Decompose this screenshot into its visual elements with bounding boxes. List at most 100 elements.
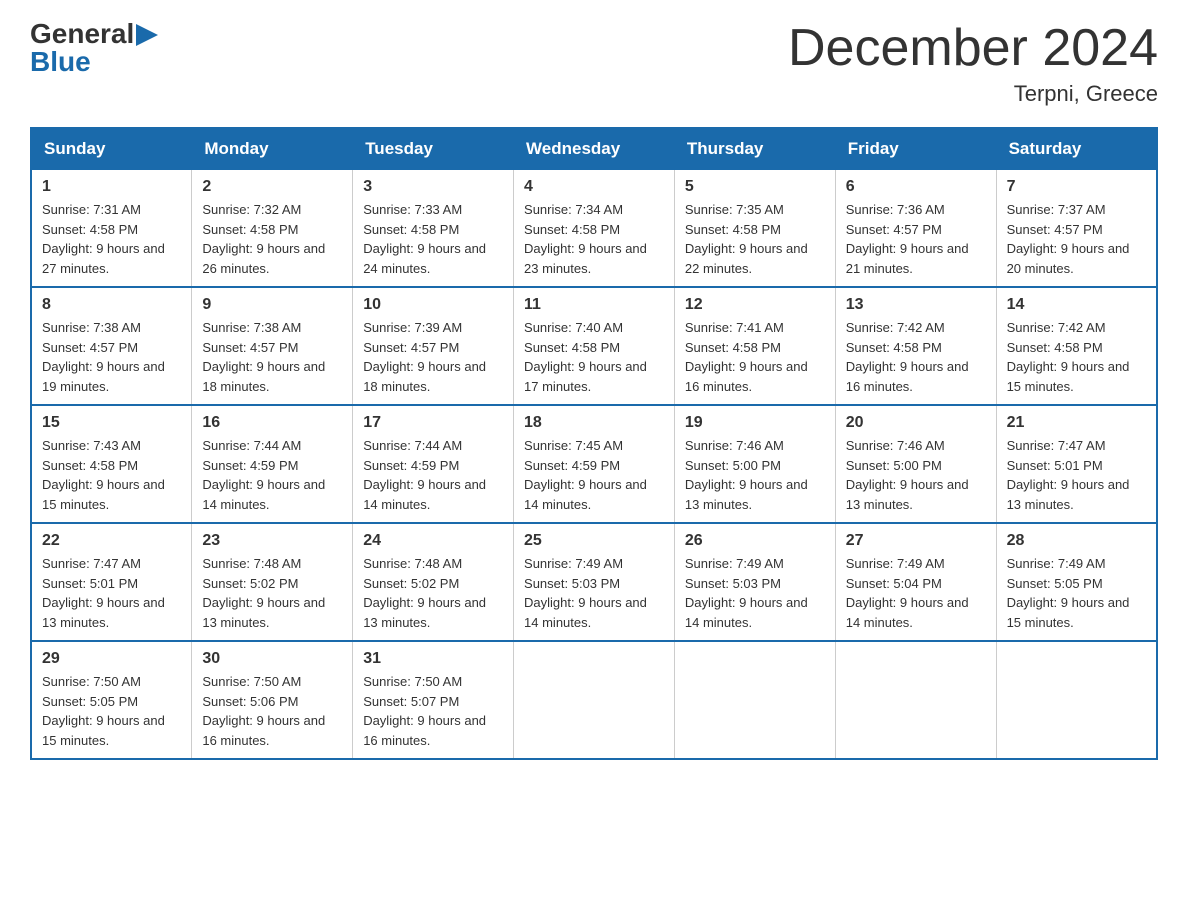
calendar-day-cell: 9 Sunrise: 7:38 AM Sunset: 4:57 PM Dayli… bbox=[192, 287, 353, 405]
day-info: Sunrise: 7:48 AM Sunset: 5:02 PM Dayligh… bbox=[202, 554, 342, 632]
day-info: Sunrise: 7:46 AM Sunset: 5:00 PM Dayligh… bbox=[846, 436, 986, 514]
page-header: General Blue December 2024 Terpni, Greec… bbox=[30, 20, 1158, 107]
calendar-week-row: 15 Sunrise: 7:43 AM Sunset: 4:58 PM Dayl… bbox=[31, 405, 1157, 523]
day-info: Sunrise: 7:42 AM Sunset: 4:58 PM Dayligh… bbox=[846, 318, 986, 396]
calendar-header: Sunday Monday Tuesday Wednesday Thursday… bbox=[31, 128, 1157, 170]
sunrise-label: Sunrise: 7:41 AM bbox=[685, 320, 784, 335]
daylight-label: Daylight: 9 hours and 18 minutes. bbox=[363, 359, 486, 394]
daylight-label: Daylight: 9 hours and 16 minutes. bbox=[685, 359, 808, 394]
day-number: 31 bbox=[363, 650, 503, 668]
day-info: Sunrise: 7:50 AM Sunset: 5:06 PM Dayligh… bbox=[202, 672, 342, 750]
daylight-label: Daylight: 9 hours and 13 minutes. bbox=[685, 477, 808, 512]
day-number: 14 bbox=[1007, 296, 1146, 314]
day-info: Sunrise: 7:36 AM Sunset: 4:57 PM Dayligh… bbox=[846, 200, 986, 278]
sunset-label: Sunset: 5:05 PM bbox=[1007, 576, 1103, 591]
calendar-day-cell: 7 Sunrise: 7:37 AM Sunset: 4:57 PM Dayli… bbox=[996, 170, 1157, 288]
day-number: 4 bbox=[524, 178, 664, 196]
calendar-week-row: 22 Sunrise: 7:47 AM Sunset: 5:01 PM Dayl… bbox=[31, 523, 1157, 641]
sunrise-label: Sunrise: 7:49 AM bbox=[1007, 556, 1106, 571]
daylight-label: Daylight: 9 hours and 13 minutes. bbox=[1007, 477, 1130, 512]
day-number: 10 bbox=[363, 296, 503, 314]
sunset-label: Sunset: 4:58 PM bbox=[685, 222, 781, 237]
sunset-label: Sunset: 5:02 PM bbox=[202, 576, 298, 591]
sunset-label: Sunset: 4:58 PM bbox=[202, 222, 298, 237]
logo-arrow-icon bbox=[136, 24, 158, 46]
sunset-label: Sunset: 4:57 PM bbox=[363, 340, 459, 355]
sunrise-label: Sunrise: 7:49 AM bbox=[524, 556, 623, 571]
day-number: 28 bbox=[1007, 532, 1146, 550]
daylight-label: Daylight: 9 hours and 21 minutes. bbox=[846, 241, 969, 276]
day-info: Sunrise: 7:44 AM Sunset: 4:59 PM Dayligh… bbox=[202, 436, 342, 514]
calendar-day-cell: 1 Sunrise: 7:31 AM Sunset: 4:58 PM Dayli… bbox=[31, 170, 192, 288]
sunset-label: Sunset: 5:03 PM bbox=[524, 576, 620, 591]
daylight-label: Daylight: 9 hours and 14 minutes. bbox=[524, 595, 647, 630]
sunset-label: Sunset: 5:03 PM bbox=[685, 576, 781, 591]
location: Terpni, Greece bbox=[788, 81, 1158, 107]
calendar-day-cell: 27 Sunrise: 7:49 AM Sunset: 5:04 PM Dayl… bbox=[835, 523, 996, 641]
sunset-label: Sunset: 5:05 PM bbox=[42, 694, 138, 709]
calendar-day-cell bbox=[674, 641, 835, 759]
sunrise-label: Sunrise: 7:46 AM bbox=[846, 438, 945, 453]
day-number: 21 bbox=[1007, 414, 1146, 432]
day-info: Sunrise: 7:38 AM Sunset: 4:57 PM Dayligh… bbox=[202, 318, 342, 396]
sunset-label: Sunset: 4:58 PM bbox=[524, 340, 620, 355]
header-friday: Friday bbox=[835, 128, 996, 170]
day-number: 5 bbox=[685, 178, 825, 196]
daylight-label: Daylight: 9 hours and 16 minutes. bbox=[363, 713, 486, 748]
day-number: 3 bbox=[363, 178, 503, 196]
daylight-label: Daylight: 9 hours and 27 minutes. bbox=[42, 241, 165, 276]
sunset-label: Sunset: 4:58 PM bbox=[685, 340, 781, 355]
sunrise-label: Sunrise: 7:48 AM bbox=[363, 556, 462, 571]
day-info: Sunrise: 7:35 AM Sunset: 4:58 PM Dayligh… bbox=[685, 200, 825, 278]
calendar-day-cell: 19 Sunrise: 7:46 AM Sunset: 5:00 PM Dayl… bbox=[674, 405, 835, 523]
sunset-label: Sunset: 4:57 PM bbox=[1007, 222, 1103, 237]
day-info: Sunrise: 7:38 AM Sunset: 4:57 PM Dayligh… bbox=[42, 318, 181, 396]
day-number: 29 bbox=[42, 650, 181, 668]
sunrise-label: Sunrise: 7:42 AM bbox=[846, 320, 945, 335]
calendar-day-cell bbox=[835, 641, 996, 759]
calendar-day-cell: 5 Sunrise: 7:35 AM Sunset: 4:58 PM Dayli… bbox=[674, 170, 835, 288]
day-number: 8 bbox=[42, 296, 181, 314]
header-monday: Monday bbox=[192, 128, 353, 170]
sunset-label: Sunset: 5:04 PM bbox=[846, 576, 942, 591]
sunset-label: Sunset: 5:01 PM bbox=[1007, 458, 1103, 473]
daylight-label: Daylight: 9 hours and 26 minutes. bbox=[202, 241, 325, 276]
day-info: Sunrise: 7:40 AM Sunset: 4:58 PM Dayligh… bbox=[524, 318, 664, 396]
calendar-body: 1 Sunrise: 7:31 AM Sunset: 4:58 PM Dayli… bbox=[31, 170, 1157, 760]
header-tuesday: Tuesday bbox=[353, 128, 514, 170]
sunset-label: Sunset: 4:59 PM bbox=[363, 458, 459, 473]
calendar-day-cell: 28 Sunrise: 7:49 AM Sunset: 5:05 PM Dayl… bbox=[996, 523, 1157, 641]
daylight-label: Daylight: 9 hours and 20 minutes. bbox=[1007, 241, 1130, 276]
day-info: Sunrise: 7:41 AM Sunset: 4:58 PM Dayligh… bbox=[685, 318, 825, 396]
day-number: 25 bbox=[524, 532, 664, 550]
sunset-label: Sunset: 4:57 PM bbox=[42, 340, 138, 355]
sunset-label: Sunset: 5:01 PM bbox=[42, 576, 138, 591]
calendar-table: Sunday Monday Tuesday Wednesday Thursday… bbox=[30, 127, 1158, 760]
calendar-day-cell: 2 Sunrise: 7:32 AM Sunset: 4:58 PM Dayli… bbox=[192, 170, 353, 288]
calendar-day-cell: 3 Sunrise: 7:33 AM Sunset: 4:58 PM Dayli… bbox=[353, 170, 514, 288]
calendar-day-cell: 30 Sunrise: 7:50 AM Sunset: 5:06 PM Dayl… bbox=[192, 641, 353, 759]
sunrise-label: Sunrise: 7:38 AM bbox=[202, 320, 301, 335]
logo-blue-text: Blue bbox=[30, 48, 91, 76]
day-number: 27 bbox=[846, 532, 986, 550]
daylight-label: Daylight: 9 hours and 18 minutes. bbox=[202, 359, 325, 394]
calendar-day-cell: 14 Sunrise: 7:42 AM Sunset: 4:58 PM Dayl… bbox=[996, 287, 1157, 405]
day-number: 7 bbox=[1007, 178, 1146, 196]
daylight-label: Daylight: 9 hours and 14 minutes. bbox=[202, 477, 325, 512]
header-wednesday: Wednesday bbox=[514, 128, 675, 170]
calendar-day-cell: 15 Sunrise: 7:43 AM Sunset: 4:58 PM Dayl… bbox=[31, 405, 192, 523]
daylight-label: Daylight: 9 hours and 16 minutes. bbox=[202, 713, 325, 748]
day-info: Sunrise: 7:37 AM Sunset: 4:57 PM Dayligh… bbox=[1007, 200, 1146, 278]
daylight-label: Daylight: 9 hours and 17 minutes. bbox=[524, 359, 647, 394]
sunrise-label: Sunrise: 7:40 AM bbox=[524, 320, 623, 335]
daylight-label: Daylight: 9 hours and 16 minutes. bbox=[846, 359, 969, 394]
calendar-day-cell: 13 Sunrise: 7:42 AM Sunset: 4:58 PM Dayl… bbox=[835, 287, 996, 405]
day-info: Sunrise: 7:43 AM Sunset: 4:58 PM Dayligh… bbox=[42, 436, 181, 514]
day-info: Sunrise: 7:49 AM Sunset: 5:03 PM Dayligh… bbox=[685, 554, 825, 632]
day-number: 20 bbox=[846, 414, 986, 432]
day-info: Sunrise: 7:31 AM Sunset: 4:58 PM Dayligh… bbox=[42, 200, 181, 278]
calendar-day-cell: 20 Sunrise: 7:46 AM Sunset: 5:00 PM Dayl… bbox=[835, 405, 996, 523]
sunrise-label: Sunrise: 7:44 AM bbox=[363, 438, 462, 453]
calendar-day-cell: 8 Sunrise: 7:38 AM Sunset: 4:57 PM Dayli… bbox=[31, 287, 192, 405]
sunrise-label: Sunrise: 7:46 AM bbox=[685, 438, 784, 453]
